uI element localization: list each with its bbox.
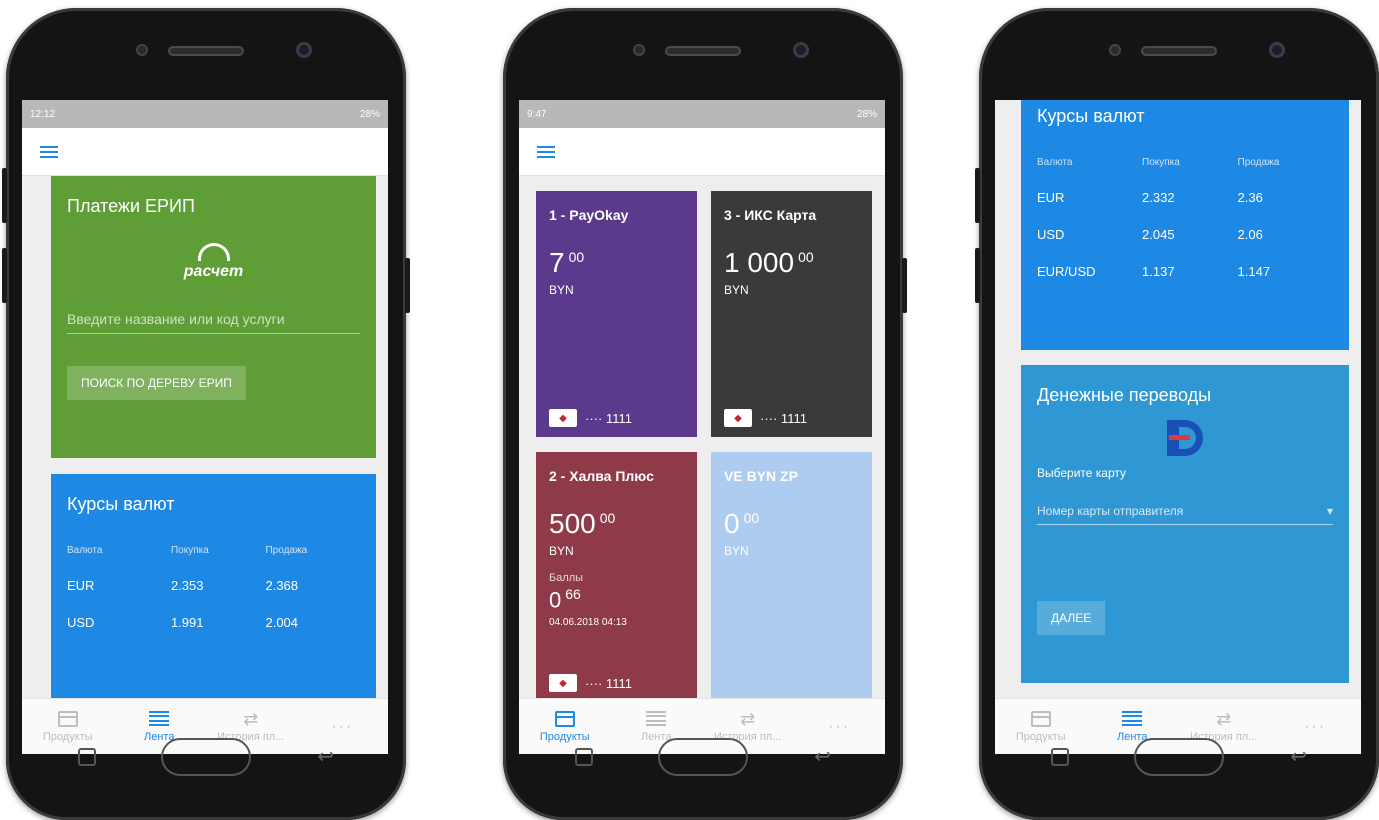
battery-level: 28% [856,108,877,120]
back-icon[interactable]: ↩ [317,744,334,769]
back-icon[interactable]: ↩ [814,744,831,769]
erip-tree-search-button[interactable]: ПОИСК ПО ДЕРЕВУ ЕРИП [67,366,246,400]
card-brand-icon: ◆ [549,674,577,692]
phone-frame-2: 9:47 28% 1 - PayOkay 7 00 BYN ◆ ···· 1111 … [503,8,907,820]
product-tile-iks[interactable]: 3 - ИКС Карта 1 000 00 BYN ◆ ···· 1111 [711,191,872,437]
recent-apps-icon[interactable] [78,748,96,766]
rate-row: EUR/USD 1.137 1.147 [1037,264,1271,279]
recent-apps-icon[interactable] [1051,748,1069,766]
raschet-logo-text: расчет [183,263,244,280]
front-camera [793,42,809,58]
battery-level: 28% [359,108,380,120]
side-button [902,258,907,313]
rates-header: Валюта Покупка Продажа [1037,157,1280,168]
card-brand-icon: ◆ [549,409,577,427]
raschet-dome-icon [197,243,230,261]
front-camera [1269,42,1285,58]
phone-frame-1: 12:12 28% Платежи ЕРИП расчет Введите на… [2,8,410,820]
rate-row: USD 1.991 2.004 [67,615,299,630]
hardware-buttons: ↩ [503,738,903,778]
proximity-sensor [1109,44,1121,56]
sender-card-select[interactable]: Номер карты отправителя ▾ [1037,504,1333,525]
product-tile-payokay[interactable]: 1 - PayOkay 7 00 BYN ◆ ···· 1111 [536,191,697,437]
dropdown-arrow-icon: ▾ [1326,504,1333,518]
app-bar [22,128,388,176]
home-button[interactable] [1134,738,1224,776]
back-icon[interactable]: ↩ [1290,744,1307,769]
card-brand-icon: ◆ [724,409,752,427]
app-bar [519,128,885,176]
hardware-buttons: ↩ [979,738,1379,778]
erip-search-input[interactable]: Введите название или код услуги [67,311,360,334]
hardware-buttons: ↩ [6,738,406,778]
raschet-logo: расчет [67,243,360,281]
rates-card: Курсы валют Валюта Покупка Продажа EUR 2… [1021,100,1349,350]
side-button [405,258,410,313]
screen: 9:47 28% 1 - PayOkay 7 00 BYN ◆ ···· 1111 … [519,100,885,754]
side-button [975,248,980,303]
front-camera [296,42,312,58]
recent-apps-icon[interactable] [575,748,593,766]
transfers-logo-icon [1167,420,1203,456]
status-bar: 9:47 28% [519,100,885,128]
menu-icon[interactable] [537,145,555,158]
rates-card: Курсы валют Валюта Покупка Продажа EUR 2… [51,474,376,698]
select-card-label: Выберите карту [1037,466,1127,480]
rate-row: EUR 2.332 2.36 [1037,190,1263,205]
transfers-card: Денежные переводы Выберите карту Номер к… [1021,365,1349,683]
earpiece [168,46,244,56]
rate-row: EUR 2.353 2.368 [67,578,299,593]
card-icon [57,710,78,727]
products-grid[interactable]: 1 - PayOkay 7 00 BYN ◆ ···· 1111 3 - ИКС К… [519,176,885,698]
proximity-sensor [136,44,148,56]
more-icon: ··· [331,717,354,735]
card-icon [1030,710,1051,727]
status-time: 9:47 [527,108,547,120]
rates-header: Валюта Покупка Продажа [67,545,308,556]
rates-title: Курсы валют [1037,106,1145,126]
card-icon [554,710,575,727]
swap-icon: ⇄ [1216,708,1232,729]
side-button [2,248,7,303]
home-button[interactable] [161,738,251,776]
side-button [975,168,980,223]
rates-title: Курсы валют [67,494,175,514]
screen: 12:12 28% Платежи ЕРИП расчет Введите на… [22,100,388,754]
more-icon: ··· [828,717,851,735]
erip-card: Платежи ЕРИП расчет Введите название или… [51,176,376,458]
status-time: 12:12 [30,108,56,120]
swap-icon: ⇄ [243,708,259,729]
phone-frame-3: Курсы валют Валюта Покупка Продажа EUR 2… [975,8,1379,820]
transfers-title: Денежные переводы [1037,385,1212,405]
side-button [2,168,7,223]
list-icon [149,710,170,727]
earpiece [1141,46,1217,56]
erip-title: Платежи ЕРИП [67,196,195,216]
next-button[interactable]: ДАЛЕЕ [1037,601,1106,635]
status-bar: 12:12 28% [22,100,388,128]
feed[interactable]: Платежи ЕРИП расчет Введите название или… [22,176,388,698]
menu-icon[interactable] [40,145,58,158]
home-button[interactable] [658,738,748,776]
more-icon: ··· [1304,717,1327,735]
product-tile-halva[interactable]: 2 - Халва Плюс 500 00 BYN Баллы 0 66 04.06… [536,452,697,698]
proximity-sensor [633,44,645,56]
screen: Курсы валют Валюта Покупка Продажа EUR 2… [995,100,1361,754]
rate-row: USD 2.045 2.06 [1037,227,1263,242]
list-icon [1122,710,1143,727]
list-icon [646,710,667,727]
product-tile-ve-byn-zp[interactable]: VE BYN ZP 0 00 BYN [711,452,872,698]
feed[interactable]: Курсы валют Валюта Покупка Продажа EUR 2… [995,100,1361,698]
swap-icon: ⇄ [740,708,756,729]
earpiece [665,46,741,56]
